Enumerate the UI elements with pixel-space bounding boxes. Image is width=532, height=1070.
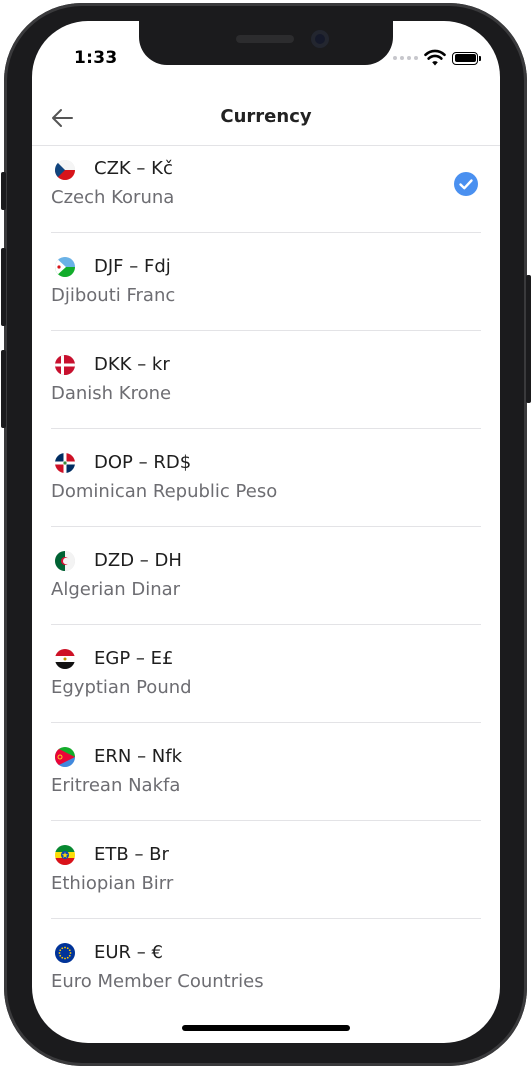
currency-name: Dominican Republic Peso xyxy=(51,481,278,502)
flag-algeria-icon xyxy=(55,551,75,571)
currency-name: Ethiopian Birr xyxy=(51,873,174,894)
currency-item-dzd[interactable]: DZD – DH Algerian Dinar xyxy=(51,527,481,625)
battery-icon xyxy=(452,51,481,65)
currency-code: DZD – DH xyxy=(94,550,182,571)
status-time: 1:33 xyxy=(74,48,118,68)
flag-ethiopia-icon xyxy=(55,845,75,865)
currency-name: Egyptian Pound xyxy=(51,677,192,698)
flag-czech-republic-icon xyxy=(55,160,75,180)
currency-code: EGP – E£ xyxy=(94,648,174,669)
speaker xyxy=(236,35,294,43)
wifi-icon xyxy=(424,49,446,66)
currency-item-dop[interactable]: DOP – RD$ Dominican Republic Peso xyxy=(51,429,481,527)
flag-denmark-icon xyxy=(55,355,75,375)
silent-switch xyxy=(1,172,6,210)
flag-european-union-icon xyxy=(55,943,75,963)
currency-item-egp[interactable]: EGP – E£ Egyptian Pound xyxy=(51,625,481,723)
currency-code: EUR – € xyxy=(94,942,163,963)
currency-list: CZK – Kč Czech Koruna DJF – Fdj Djibouti… xyxy=(32,146,500,1016)
notch xyxy=(139,21,393,65)
currency-code: ETB – Br xyxy=(94,844,169,865)
flag-eritrea-icon xyxy=(55,747,75,767)
currency-code: ERN – Nfk xyxy=(94,746,183,767)
currency-item-czk[interactable]: CZK – Kč Czech Koruna xyxy=(51,146,481,233)
currency-code: DOP – RD$ xyxy=(94,452,192,473)
volume-down-button xyxy=(1,350,6,428)
currency-name: Eritrean Nakfa xyxy=(51,775,181,796)
currency-item-dkk[interactable]: DKK – kr Danish Krone xyxy=(51,331,481,429)
status-icons xyxy=(393,48,481,68)
currency-item-eur[interactable]: EUR – € Euro Member Countries xyxy=(51,919,481,1016)
currency-name: Djibouti Franc xyxy=(51,285,176,306)
currency-name: Algerian Dinar xyxy=(51,579,181,600)
power-button xyxy=(526,275,531,403)
flag-djibouti-icon xyxy=(55,257,75,277)
page-title: Currency xyxy=(220,106,312,127)
navigation-bar: Currency xyxy=(32,92,500,146)
flag-dominican-republic-icon xyxy=(55,453,75,473)
home-indicator[interactable] xyxy=(182,1025,350,1031)
currency-code: CZK – Kč xyxy=(94,158,173,179)
currency-name: Danish Krone xyxy=(51,383,172,404)
front-camera xyxy=(311,30,329,48)
signal-dots-icon xyxy=(393,56,418,60)
flag-egypt-icon xyxy=(55,649,75,669)
currency-item-djf[interactable]: DJF – Fdj Djibouti Franc xyxy=(51,233,481,331)
currency-item-etb[interactable]: ETB – Br Ethiopian Birr xyxy=(51,821,481,919)
currency-name: Euro Member Countries xyxy=(51,971,264,992)
currency-code: DJF – Fdj xyxy=(94,256,171,277)
currency-item-ern[interactable]: ERN – Nfk Eritrean Nakfa xyxy=(51,723,481,821)
checkmark-selected-icon xyxy=(454,172,478,196)
currency-code: DKK – kr xyxy=(94,354,170,375)
volume-up-button xyxy=(1,248,6,326)
currency-name: Czech Koruna xyxy=(51,187,175,208)
screen: 1:33 Currency CZK – Kč Czech Koruna DJF … xyxy=(32,21,500,1043)
